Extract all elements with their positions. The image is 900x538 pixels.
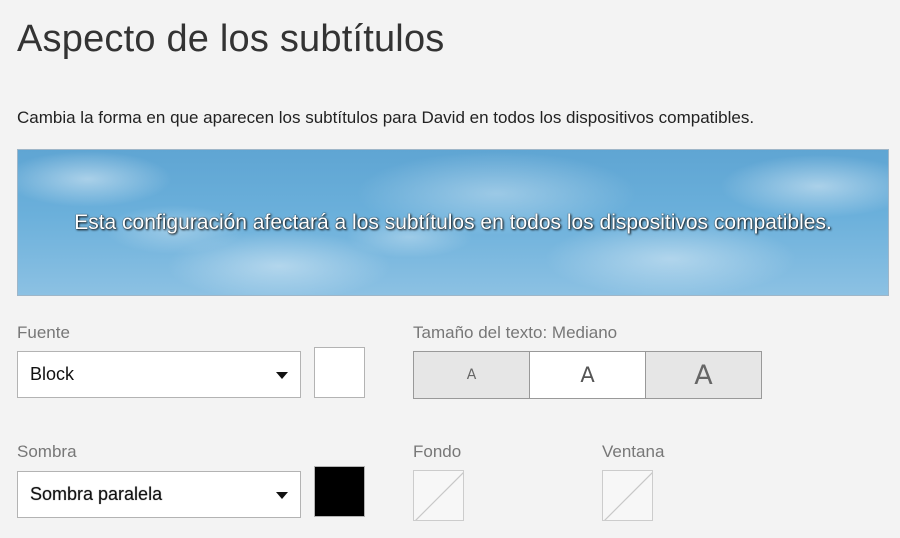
shadow-color-swatch[interactable] xyxy=(314,466,365,517)
page-description: Cambia la forma en que aparecen los subt… xyxy=(17,108,755,127)
font-label: Fuente xyxy=(17,323,70,342)
text-size-small-button[interactable]: A xyxy=(414,352,530,398)
no-color-icon xyxy=(415,472,463,520)
text-size-large-button[interactable]: A xyxy=(646,352,761,398)
background-color-swatch[interactable] xyxy=(413,470,464,521)
font-select-value: Block xyxy=(30,364,75,384)
shadow-select-value: Sombra paralela xyxy=(30,484,163,504)
shadow-select[interactable]: Sombra paralela xyxy=(17,471,301,518)
subtitle-preview: Esta configuración afectará a los subtít… xyxy=(17,149,889,296)
text-size-medium-button[interactable]: A xyxy=(530,352,646,398)
window-label: Ventana xyxy=(602,442,665,461)
no-color-icon xyxy=(604,472,652,520)
background-label: Fondo xyxy=(413,442,462,461)
preview-text: Esta configuración afectará a los subtít… xyxy=(74,211,832,234)
shadow-label: Sombra xyxy=(17,442,77,461)
chevron-down-icon xyxy=(276,491,288,499)
text-size-selector: A A A xyxy=(413,351,762,399)
page-title: Aspecto de los subtítulos xyxy=(17,18,445,60)
window-color-swatch[interactable] xyxy=(602,470,653,521)
chevron-down-icon xyxy=(276,371,288,379)
font-color-swatch[interactable] xyxy=(314,347,365,398)
font-select[interactable]: Block xyxy=(17,351,301,398)
text-size-label: Tamaño del texto: Mediano xyxy=(413,323,618,342)
